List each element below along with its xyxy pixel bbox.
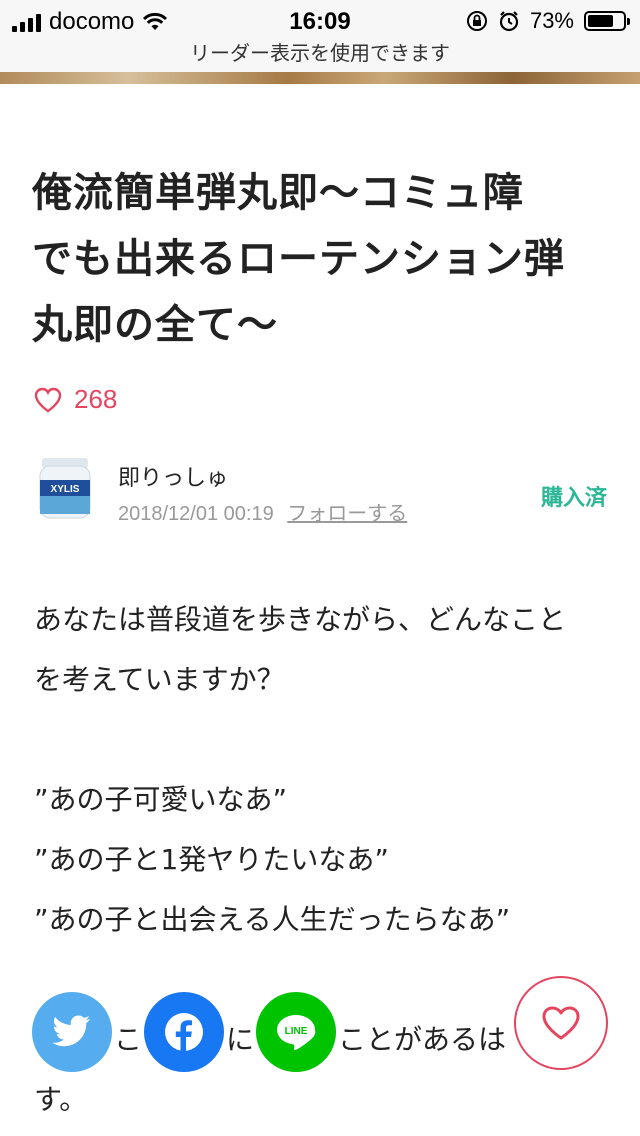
body-text-line: を考えていますか？ (34, 663, 285, 696)
page-header-image-strip (0, 72, 640, 84)
article-title-line: 俺流簡単弾丸即〜コミュ障 (32, 170, 524, 216)
avatar-label: XYLIS (51, 484, 80, 495)
share-line-button[interactable]: LINE (256, 992, 336, 1072)
publish-date: 2018/12/01 00:19 (118, 503, 274, 525)
body-quote-line: ”あの子可愛いなあ” (34, 783, 288, 816)
battery-percentage: 73% (529, 8, 574, 33)
battery-level-fill (588, 15, 613, 27)
line-icon-label: LINE (285, 1026, 308, 1037)
author-meta: 2018/12/01 00:19 フォローする (118, 497, 407, 526)
purchased-badge: 購入済 (540, 486, 607, 511)
line-icon: LINE (277, 1015, 316, 1051)
body-quote-line: ”あの子と1発ヤりたいなあ” (34, 843, 389, 876)
alarm-icon (499, 11, 519, 32)
battery-icon (584, 11, 630, 31)
body-text-line: あなたは普段道を歩きながら、どんなこと (34, 603, 567, 636)
body-quote-line: ”あの子と出会える人生だったらなあ” (34, 903, 511, 936)
article-title-line: でも出来るローテンション弾 (32, 236, 565, 282)
heart-outline-icon (34, 387, 62, 412)
status-bar: docomo 16:09 73% (0, 0, 640, 40)
follow-link[interactable]: フォローする (287, 501, 407, 525)
article-title: 俺流簡単弾丸即〜コミュ障 でも出来るローテンション弾 丸即の全て〜 (32, 160, 622, 358)
like-count-value: 268 (74, 384, 118, 414)
twitter-bird-icon (52, 1015, 90, 1047)
rotation-lock-icon (466, 11, 487, 31)
author-avatar[interactable]: XYLIS (36, 456, 94, 522)
article-title-line: 丸即の全て〜 (32, 302, 278, 348)
reader-view-label: リーダー表示を使用できます (190, 41, 450, 65)
body-text-line: す。 (34, 1083, 88, 1116)
like-button[interactable] (514, 976, 608, 1070)
status-right: 73% (466, 8, 630, 34)
heart-outline-icon (542, 1006, 580, 1040)
share-facebook-button[interactable] (144, 992, 224, 1072)
facebook-icon (165, 1013, 203, 1051)
author-name[interactable]: 即りっしゅ (118, 460, 228, 492)
like-count: 268 (34, 384, 117, 415)
share-twitter-button[interactable] (32, 992, 112, 1072)
